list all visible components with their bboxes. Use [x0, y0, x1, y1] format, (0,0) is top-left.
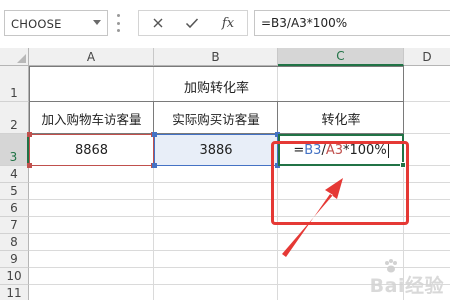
cell-a3[interactable]: 8868 — [29, 134, 154, 166]
column-header-b[interactable]: B — [154, 48, 278, 66]
select-all-button[interactable] — [0, 48, 29, 66]
column-header-c[interactable]: C — [278, 48, 404, 66]
formula-text: =B3/A3*100% — [261, 16, 348, 30]
column-header-a[interactable]: A — [29, 48, 154, 66]
cell-c2[interactable]: 转化率 — [278, 102, 404, 134]
gridline — [29, 250, 450, 251]
cell-title-merged[interactable]: 加购转化率 — [29, 66, 404, 102]
row-header-6[interactable]: 6 — [0, 200, 29, 217]
row-header-9[interactable]: 9 — [0, 251, 29, 268]
watermark: Bai经验 — [369, 275, 444, 297]
row-header-2[interactable]: 2 — [0, 102, 29, 134]
insert-function-icon[interactable]: fx — [213, 13, 243, 33]
row-header-1[interactable]: 1 — [0, 66, 29, 102]
cell-b3[interactable]: 3886 — [154, 134, 278, 166]
cell-b2[interactable]: 实际购买访客量 — [154, 102, 278, 134]
formula-input[interactable]: =B3/A3*100% — [254, 10, 450, 36]
gridline — [29, 233, 450, 234]
row-header-7[interactable]: 7 — [0, 217, 29, 234]
row-header-10[interactable]: 10 — [0, 268, 29, 285]
name-box-value: CHOOSE — [11, 17, 62, 31]
row-header-4[interactable]: 4 — [0, 166, 29, 183]
cancel-x-icon[interactable] — [143, 13, 173, 33]
enter-check-icon[interactable] — [177, 13, 207, 33]
formula-bar: CHOOSE fx =B3/A3*100% — [0, 0, 450, 48]
formula-bar-buttons: fx — [138, 10, 248, 36]
row-header-3[interactable]: 3 — [0, 134, 29, 166]
row-header-5[interactable]: 5 — [0, 183, 29, 200]
highlight-box — [271, 141, 409, 225]
cell-a2[interactable]: 加入购物车访客量 — [29, 102, 154, 134]
row-header-8[interactable]: 8 — [0, 234, 29, 251]
column-header-d[interactable]: D — [404, 48, 450, 66]
row-header-11[interactable]: 11 — [0, 285, 29, 300]
chevron-down-icon[interactable] — [93, 20, 101, 25]
select-all-triangle-icon — [17, 54, 26, 63]
drag-handle-icon[interactable] — [117, 14, 121, 32]
name-box[interactable]: CHOOSE — [4, 10, 108, 36]
